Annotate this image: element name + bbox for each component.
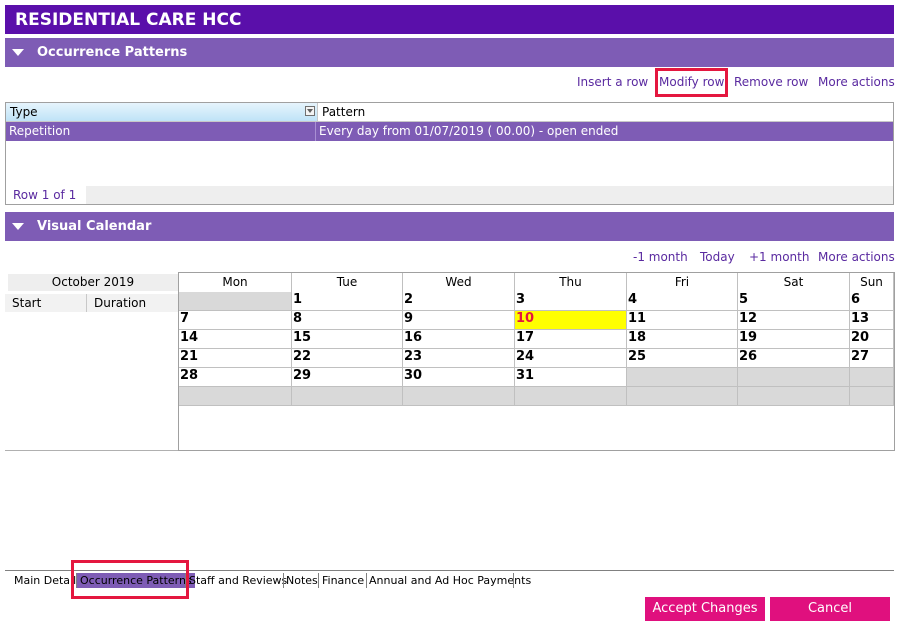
calendar-day-today[interactable]: 10 xyxy=(515,311,627,330)
calendar-day xyxy=(292,387,403,406)
more-actions-link[interactable]: More actions xyxy=(818,75,895,89)
calendar-day xyxy=(850,387,894,406)
occurrence-patterns-title: Occurrence Patterns xyxy=(37,45,188,60)
insert-row-link[interactable]: Insert a row xyxy=(577,75,648,89)
calendar-day xyxy=(515,387,627,406)
calendar-day[interactable]: 25 xyxy=(627,349,738,368)
calendar-day[interactable]: 18 xyxy=(627,330,738,349)
tab-divider xyxy=(513,573,514,588)
calendar-day[interactable]: 8 xyxy=(292,311,403,330)
active-tab-highlight xyxy=(71,560,189,599)
calendar-day[interactable]: 5 xyxy=(738,292,850,311)
calendar-day[interactable]: 30 xyxy=(403,368,515,387)
calendar-day xyxy=(627,368,738,387)
tab-annual-and-ad-hoc-payments[interactable]: Annual and Ad Hoc Payments xyxy=(366,573,534,588)
calendar-day xyxy=(403,387,515,406)
weekday-header: Wed xyxy=(403,273,515,292)
visual-calendar-title: Visual Calendar xyxy=(37,219,152,234)
weekday-header: Mon xyxy=(179,273,292,292)
calendar-day[interactable]: 13 xyxy=(850,311,894,330)
tab-notes[interactable]: Notes xyxy=(283,573,321,588)
cell-pattern: Every day from 01/07/2019 ( 00.00) - ope… xyxy=(319,124,619,138)
calendar-day[interactable]: 4 xyxy=(627,292,738,311)
column-header-type[interactable]: Type xyxy=(6,103,318,121)
calendar-day xyxy=(738,368,850,387)
column-header-pattern[interactable]: Pattern xyxy=(318,103,893,121)
calendar-day[interactable]: 20 xyxy=(850,330,894,349)
calendar-day[interactable]: 6 xyxy=(850,292,894,311)
accept-changes-button[interactable]: Accept Changes xyxy=(645,597,765,621)
calendar-day[interactable]: 19 xyxy=(738,330,850,349)
calendar-day[interactable]: 2 xyxy=(403,292,515,311)
calendar-day[interactable]: 15 xyxy=(292,330,403,349)
patterns-grid: Type Pattern Repetition Every day from 0… xyxy=(5,102,894,205)
calendar-day[interactable]: 26 xyxy=(738,349,850,368)
collapse-triangle-icon[interactable] xyxy=(12,223,24,230)
row-count: Row 1 of 1 xyxy=(6,186,86,204)
next-month-link[interactable]: +1 month xyxy=(749,250,809,264)
calendar-day[interactable]: 31 xyxy=(515,368,627,387)
weekday-header: Sun xyxy=(850,273,894,292)
calendar-grid: Mon Tue Wed Thu Fri Sat Sun 1 2 3 4 5 6 7 8 9 10 11 12 13 14… xyxy=(178,272,895,451)
calendar-day xyxy=(627,387,738,406)
calendar-day[interactable]: 21 xyxy=(179,349,292,368)
calendar-day xyxy=(179,292,292,311)
tab-finance[interactable]: Finance xyxy=(319,573,367,588)
prev-month-link[interactable]: -1 month xyxy=(633,250,688,264)
visual-calendar-header[interactable]: Visual Calendar xyxy=(5,212,894,241)
calendar-day xyxy=(179,387,292,406)
filter-icon[interactable] xyxy=(305,106,315,116)
collapse-triangle-icon[interactable] xyxy=(12,49,24,56)
calendar-day-detail: October 2019 Start Duration xyxy=(5,272,179,451)
column-header-start[interactable]: Start xyxy=(5,294,87,312)
table-row[interactable]: Repetition Every day from 01/07/2019 ( 0… xyxy=(6,122,893,141)
calendar-day xyxy=(850,368,894,387)
calendar-day[interactable]: 28 xyxy=(179,368,292,387)
today-link[interactable]: Today xyxy=(700,250,735,264)
calendar-day[interactable]: 12 xyxy=(738,311,850,330)
calendar-more-actions-link[interactable]: More actions xyxy=(818,250,895,264)
calendar-day[interactable]: 16 xyxy=(403,330,515,349)
calendar-day[interactable]: 22 xyxy=(292,349,403,368)
tab-staff-and-reviews[interactable]: Staff and Reviews xyxy=(186,573,290,588)
calendar-month-label: October 2019 xyxy=(8,274,178,291)
cancel-button[interactable]: Cancel xyxy=(770,597,890,621)
remove-row-link[interactable]: Remove row xyxy=(734,75,808,89)
calendar-day[interactable]: 23 xyxy=(403,349,515,368)
calendar-day[interactable]: 11 xyxy=(627,311,738,330)
cell-type: Repetition xyxy=(6,122,316,141)
calendar-day[interactable]: 14 xyxy=(179,330,292,349)
calendar-day xyxy=(738,387,850,406)
occurrence-patterns-header[interactable]: Occurrence Patterns xyxy=(5,38,894,67)
weekday-header: Sat xyxy=(738,273,850,292)
patterns-grid-header: Type Pattern xyxy=(6,103,893,122)
calendar-day[interactable]: 17 xyxy=(515,330,627,349)
calendar-day[interactable]: 9 xyxy=(403,311,515,330)
calendar-day[interactable]: 24 xyxy=(515,349,627,368)
calendar-day[interactable]: 3 xyxy=(515,292,627,311)
calendar-day[interactable]: 29 xyxy=(292,368,403,387)
window-title: RESIDENTIAL CARE HCC xyxy=(5,5,894,34)
calendar-day[interactable]: 1 xyxy=(292,292,403,311)
weekday-header: Fri xyxy=(627,273,738,292)
calendar-day[interactable]: 7 xyxy=(179,311,292,330)
column-header-duration[interactable]: Duration xyxy=(87,294,179,312)
patterns-grid-footer: Row 1 of 1 xyxy=(6,186,893,204)
modify-row-highlight xyxy=(655,68,728,97)
weekday-header: Tue xyxy=(292,273,403,292)
calendar-day[interactable]: 27 xyxy=(850,349,894,368)
weekday-header: Thu xyxy=(515,273,627,292)
